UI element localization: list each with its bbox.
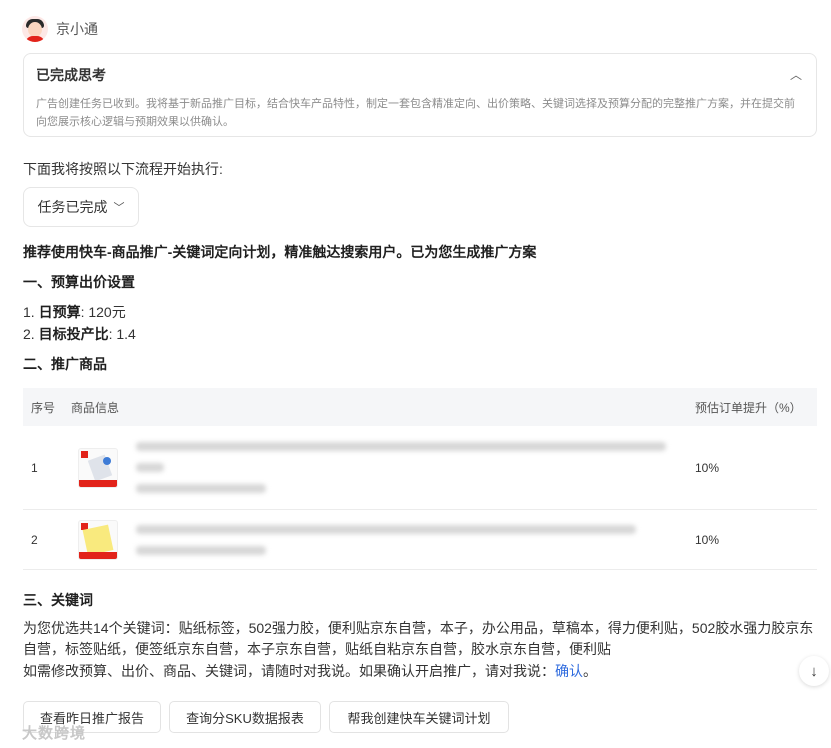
row-prediction: 10% (695, 460, 720, 475)
budget-item-roi: 2. 目标投产比: 1.4 (23, 326, 136, 342)
confirm-prompt: 如需修改预算、出价、商品、关键词，请随时对我说。如果确认开启推广，请对我说：确认… (23, 663, 597, 679)
bot-header: 京小通 (22, 16, 98, 42)
chevron-down-icon: ﹀ (113, 202, 125, 214)
budget-item-daily: 1. 日预算: 120元 (23, 304, 126, 320)
table-row: 2 10% (23, 510, 817, 570)
product-text-blurred (136, 442, 666, 493)
product-image[interactable] (78, 447, 118, 488)
keywords-section-title: 三、关键词 (23, 592, 93, 608)
thinking-title: 已完成思考 (36, 67, 106, 83)
products-section-title: 二、推广商品 (23, 356, 107, 372)
thinking-panel: 已完成思考 ︿ 广告创建任务已收到。我将基于新品推广目标，结合快车产品特性，制定… (23, 53, 817, 137)
column-info: 商品信息 (71, 400, 120, 415)
row-prediction: 10% (695, 532, 720, 547)
table-row: 1 10% (23, 426, 817, 510)
flow-intro: 下面我将按照以下流程开始执行: (23, 161, 223, 177)
scroll-down-icon[interactable]: ↓ (799, 656, 829, 686)
row-index: 2 (31, 532, 38, 547)
watermark: 大数跨境 (22, 725, 87, 742)
confirm-link[interactable]: 确认 (555, 663, 583, 679)
products-table: 序号 商品信息 预估订单提升（%） 1 10% 2 10% (23, 388, 817, 570)
query-sku-report-button[interactable]: 查询分SKU数据报表 (169, 701, 321, 733)
keywords-summary: 为您优选共14个关键词：贴纸标签，502强力胶，便利贴京东自营，本子，办公用品，… (23, 620, 814, 657)
thinking-text: 广告创建任务已收到。我将基于新品推广目标，结合快车产品特性，制定一套包含精准定向… (36, 98, 795, 128)
product-info (63, 519, 693, 560)
budget-section-title: 一、预算出价设置 (23, 274, 135, 290)
product-info (63, 442, 693, 493)
chevron-up-icon[interactable]: ︿ (790, 66, 802, 83)
column-prediction: 预估订单提升（%） (695, 400, 802, 415)
bot-avatar (22, 16, 48, 42)
task-status-label: 任务已完成 (37, 199, 108, 215)
recommendation-text: 推荐使用快车-商品推广-关键词定向计划，精准触达搜索用户。已为您生成推广方案 (23, 244, 537, 260)
task-status-dropdown[interactable]: 任务已完成 ﹀ (23, 187, 139, 227)
table-header: 序号 商品信息 预估订单提升（%） (23, 388, 817, 426)
column-index: 序号 (31, 400, 56, 415)
bot-name: 京小通 (56, 21, 98, 37)
product-image[interactable] (78, 519, 118, 560)
row-index: 1 (31, 460, 38, 475)
product-text-blurred (136, 524, 636, 555)
create-keyword-plan-button[interactable]: 帮我创建快车关键词计划 (329, 701, 509, 733)
